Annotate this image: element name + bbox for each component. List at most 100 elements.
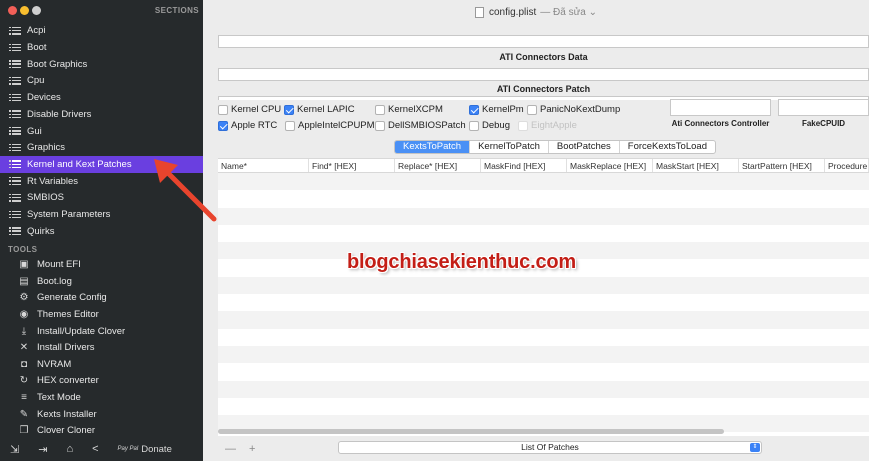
watermark-text: blogchiasekienthuc.com <box>347 251 576 273</box>
checkbox-apple-rtc[interactable]: Apple RTC <box>218 120 277 131</box>
ati-connectors-controller-input[interactable] <box>670 99 771 116</box>
remove-row-button[interactable]: — <box>225 443 236 455</box>
list-icon <box>9 177 21 186</box>
table-row[interactable] <box>218 276 869 295</box>
tool-item-generate-config[interactable]: ⚙ Generate Config <box>0 290 203 307</box>
copy-icon: ❐ <box>19 425 29 437</box>
column-header[interactable]: Replace* [HEX] <box>395 159 481 172</box>
sidebar: SECTIONS Acpi Boot Boot Graphics Cpu Devices… <box>0 0 203 461</box>
tool-item-label: Clover Cloner <box>37 425 96 437</box>
table-row[interactable] <box>218 190 869 207</box>
horizontal-scrollbar[interactable] <box>218 429 724 434</box>
list-icon <box>9 43 21 52</box>
donate-button[interactable]: Pay Pal Donate <box>118 444 172 455</box>
checkbox-label: PanicNoKextDump <box>540 104 621 115</box>
chip-icon: ◘ <box>20 358 28 370</box>
patch-list-select-value: List Of Patches <box>521 442 579 452</box>
tab-kerneltopatch[interactable]: KernelToPatch <box>469 141 548 153</box>
edited-status[interactable]: — Đã sửa ⌄ <box>540 7 597 18</box>
tool-item-mount-efi[interactable]: ▣ Mount EFI <box>0 257 203 274</box>
column-header[interactable]: MaskStart [HEX] <box>653 159 739 172</box>
sidebar-item-label: Cpu <box>27 75 45 87</box>
tool-item-label: Generate Config <box>37 292 107 304</box>
column-header[interactable]: StartPattern [HEX] <box>739 159 825 172</box>
checkbox-dellsmbiospatch[interactable]: DellSMBIOSPatch <box>375 120 466 131</box>
tool-item-nvram[interactable]: ◘ NVRAM <box>0 356 203 373</box>
table-row[interactable] <box>218 294 869 311</box>
disk-icon: ▣ <box>19 259 29 271</box>
ati-connectors-controller-label: Ati Connectors Controller <box>671 119 770 128</box>
tool-item-label: Boot.log <box>37 275 72 287</box>
checkbox-kernel-cpu[interactable]: Kernel CPU <box>218 104 281 115</box>
table-row[interactable] <box>218 311 869 329</box>
column-header[interactable]: Name* <box>218 159 309 172</box>
tool-item-text-mode[interactable]: ≡ Text Mode <box>0 389 203 406</box>
select-arrows-icon: ⇕ <box>750 443 760 452</box>
tool-item-hex-converter[interactable]: ↻ HEX converter <box>0 373 203 390</box>
sidebar-item-cpu[interactable]: Cpu <box>0 73 203 90</box>
home-icon[interactable]: ⌂ <box>66 443 73 455</box>
checkbox-kernelxcpm[interactable]: KernelXCPM <box>375 104 443 115</box>
ati-connectors-data-field[interactable] <box>218 68 869 81</box>
tool-item-install-update-clover[interactable]: ⤓ Install/Update Clover <box>0 323 203 340</box>
table-row[interactable] <box>218 398 869 415</box>
tool-item-label: Text Mode <box>37 392 81 404</box>
column-header[interactable]: Procedure <box>825 159 869 172</box>
sidebar-item-label: System Parameters <box>27 209 111 221</box>
gears-icon: ⚙ <box>19 292 29 304</box>
checkbox-label: KernelPm <box>482 104 524 115</box>
table-row[interactable] <box>218 346 869 364</box>
checkbox-label: Debug <box>482 120 510 131</box>
table-row[interactable] <box>218 380 869 398</box>
column-header[interactable]: MaskReplace [HEX] <box>567 159 653 172</box>
sidebar-item-boot-graphics[interactable]: Boot Graphics <box>0 56 203 73</box>
checkbox-unchecked-icon <box>285 120 295 131</box>
sidebar-item-graphics[interactable]: Graphics <box>0 139 203 156</box>
mount-icon[interactable]: ⇲ <box>10 443 19 456</box>
add-row-button[interactable]: + <box>249 443 255 455</box>
table-row[interactable] <box>218 329 869 346</box>
tool-item-install-drivers[interactable]: ✕ Install Drivers <box>0 340 203 357</box>
table-row[interactable] <box>218 363 869 380</box>
tab-kextstopatch[interactable]: KextsToPatch <box>395 141 470 153</box>
sidebar-item-acpi[interactable]: Acpi <box>0 23 203 40</box>
tool-item-kexts-installer[interactable]: ✎ Kexts Installer <box>0 406 203 423</box>
share-icon[interactable]: < <box>92 443 98 455</box>
minimize-window-button[interactable] <box>20 6 29 15</box>
patch-list-select[interactable]: List Of Patches ⇕ <box>338 441 762 454</box>
tool-item-label: HEX converter <box>37 375 99 387</box>
table-row[interactable] <box>218 207 869 225</box>
column-header[interactable]: Find* [HEX] <box>309 159 395 172</box>
sidebar-bottom-toolbar: ⇲ ⇥ ⌂ < Pay Pal Donate <box>0 437 203 461</box>
close-window-button[interactable] <box>8 6 17 15</box>
paypal-icon: Pay Pal <box>117 446 139 452</box>
table-row[interactable] <box>218 225 869 242</box>
checkbox-debug[interactable]: Debug <box>469 120 510 131</box>
checkbox-panicnokextdump[interactable]: PanicNoKextDump <box>527 104 620 115</box>
sidebar-item-quirks[interactable]: Quirks <box>0 223 203 240</box>
ati-connectors-patch-field[interactable] <box>218 96 869 100</box>
checkbox-kernelpm[interactable]: KernelPm <box>469 104 524 115</box>
ati-connectors-data-field-top[interactable] <box>218 35 869 48</box>
sidebar-item-devices[interactable]: Devices <box>0 89 203 106</box>
sidebar-item-disable-drivers[interactable]: Disable Drivers <box>0 106 203 123</box>
import-icon[interactable]: ⇥ <box>38 443 47 456</box>
checkbox-appleintelcpupm[interactable]: AppleIntelCPUPM <box>285 120 375 131</box>
table-footer: — + List Of Patches ⇕ <box>218 436 869 461</box>
fakecpuid-input[interactable] <box>778 99 869 116</box>
list-icon <box>9 26 21 35</box>
sidebar-item-gui[interactable]: Gui <box>0 123 203 140</box>
patches-table[interactable]: Name* Find* [HEX] Replace* [HEX] MaskFind [… <box>218 158 869 436</box>
column-header[interactable]: MaskFind [HEX] <box>481 159 567 172</box>
table-row[interactable] <box>218 173 869 191</box>
tool-item-boot-log[interactable]: ▤ Boot.log <box>0 273 203 290</box>
sidebar-item-boot[interactable]: Boot <box>0 39 203 56</box>
tab-forcekextstoload[interactable]: ForceKextsToLoad <box>618 141 715 153</box>
checkbox-kernel-lapic[interactable]: Kernel LAPIC <box>284 104 355 115</box>
zoom-window-button[interactable] <box>32 6 41 15</box>
ati-connectors-data-title: ATI Connectors Data <box>499 52 588 62</box>
list-icon <box>9 210 21 219</box>
tab-bootpatches[interactable]: BootPatches <box>547 141 619 153</box>
tool-item-themes-editor[interactable]: ◉ Themes Editor <box>0 306 203 323</box>
palette-icon: ◉ <box>19 309 29 321</box>
